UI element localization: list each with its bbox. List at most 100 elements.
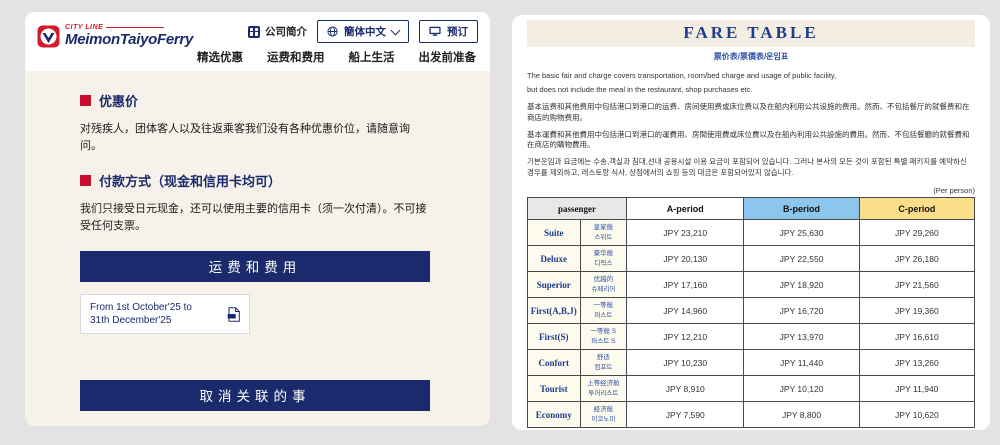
discount-heading-label: 优惠价 — [99, 91, 138, 110]
table-header-row: passenger A-period B-period C-period — [528, 198, 975, 220]
per-person-note: (Per person) — [527, 186, 975, 195]
fare-c-cell: JPY 29,260 — [859, 220, 974, 246]
class-kr: 퍼스트 S — [591, 338, 615, 345]
company-profile-label: 公司简介 — [265, 24, 307, 39]
class-kr: 디럭스 — [594, 260, 612, 267]
class-cn: 经济舱 — [594, 406, 614, 413]
fare-intro: The basic fair and charge covers transpo… — [527, 71, 975, 179]
payment-heading-label: 付款方式（现金和信用卡均可） — [99, 171, 281, 190]
chevron-down-icon — [391, 25, 401, 35]
fare-c-cell: JPY 26,180 — [859, 246, 974, 272]
class-i18n-cell: 豪华舱디럭스 — [580, 246, 627, 272]
payment-text: 我们只接受日元现金，还可以使用主要的信用卡（须一次付清）。不可接受任何支票。 — [80, 201, 430, 234]
table-row: First(S) 一等舱 S 퍼스트 S JPY 12,210 JPY 13,97… — [528, 324, 975, 350]
fare-b-cell: JPY 18,920 — [744, 272, 859, 298]
intro-en-line1: The basic fair and charge covers transpo… — [527, 71, 975, 82]
intro-en-line2: but does not include the meal in the res… — [527, 85, 975, 96]
booking-button[interactable]: 预订 — [419, 20, 478, 43]
class-kr: 이코노미 — [591, 416, 615, 423]
fare-a-cell: JPY 23,210 — [627, 220, 744, 246]
fare-c-cell: JPY 10,620 — [859, 402, 974, 428]
intro-korean: 기본운임과 요금에는 수송,객실과 침대,선내 공용시설 이용 요금이 포함되어… — [527, 157, 975, 179]
table-row: Economy 经济舱이코노미 JPY 7,590 JPY 8,800 JPY … — [528, 402, 975, 428]
class-cn: 一等舱 S — [591, 328, 617, 335]
c-period-header: C-period — [859, 198, 974, 220]
fare-c-cell: JPY 11,940 — [859, 376, 974, 402]
class-i18n-cell: 舒适컴포트 — [580, 350, 627, 376]
intro-zh-simplified: 基本运费和其他费用中包括港口到港口的运费、房间使用费或床位费以及在船内利用公共设… — [527, 102, 975, 124]
fare-a-cell: JPY 14,960 — [627, 298, 744, 324]
fare-b-cell: JPY 11,440 — [744, 350, 859, 376]
discount-heading: 优惠价 — [80, 91, 430, 110]
fare-table-title: FARE TABLE — [527, 20, 975, 47]
intro-zh-traditional: 基本運費和其他費用中包括港口到港口的運費用、房間使用費或床位費以及在船內利用公共… — [527, 130, 975, 152]
discount-text: 对残疾人，团体客人以及往返乘客我们没有各种优惠价位，请随意询问。 — [80, 121, 430, 154]
fare-table-subtitle: 票价表/票價表/운임표 — [527, 51, 975, 62]
nav-item-onboard-life[interactable]: 船上生活 — [349, 49, 395, 65]
booking-label: 预订 — [447, 24, 468, 39]
page-content: 优惠价 对残疾人，团体客人以及往返乘客我们没有各种优惠价位，请随意询问。 付款方… — [25, 71, 490, 426]
ferry-site-page: CITY LINE MeimonTaiyoFerry 公司简介 簡体中文 — [25, 12, 490, 426]
pdf-icon — [227, 307, 240, 322]
class-i18n-cell: 皇家舱 스위트 — [580, 220, 627, 246]
logo-emblem-icon — [37, 25, 60, 48]
class-kr: 컴포트 — [594, 364, 612, 371]
language-label: 簡体中文 — [344, 24, 386, 39]
fare-b-cell: JPY 16,720 — [744, 298, 859, 324]
header-utility-links: 公司简介 簡体中文 — [248, 20, 478, 43]
fare-b-cell: JPY 8,800 — [744, 402, 859, 428]
pdf-link-label: From 1st October'25 to 31th December'25 — [90, 301, 208, 327]
logo-brand-label: MeimonTaiyoFerry — [65, 31, 193, 48]
fare-c-cell: JPY 19,360 — [859, 298, 974, 324]
grid-icon — [248, 26, 260, 38]
class-name-cell: Tourist — [528, 376, 581, 402]
nav-item-fares[interactable]: 运费和费用 — [267, 49, 325, 65]
class-name-cell: First(S) — [528, 324, 581, 350]
red-square-icon — [80, 175, 91, 186]
fare-a-cell: JPY 12,210 — [627, 324, 744, 350]
class-name-cell: Economy — [528, 402, 581, 428]
class-kr: 투어리스트 — [588, 390, 618, 397]
class-kr: 슈페리어 — [591, 286, 615, 293]
fare-b-cell: JPY 10,120 — [744, 376, 859, 402]
class-i18n-cell: 上等经济舱투어리스트 — [580, 376, 627, 402]
logo-text: CITY LINE MeimonTaiyoFerry — [65, 24, 193, 48]
company-logo[interactable]: CITY LINE MeimonTaiyoFerry — [37, 24, 193, 48]
language-selector[interactable]: 簡体中文 — [317, 20, 409, 43]
table-row: First(A,B,J) 一等舱퍼스트 JPY 14,960 JPY 16,72… — [528, 298, 975, 324]
cancellation-banner: 取消关联的事 — [80, 380, 430, 411]
red-square-icon — [80, 95, 91, 106]
class-name-cell: First(A,B,J) — [528, 298, 581, 324]
site-header: CITY LINE MeimonTaiyoFerry 公司简介 簡体中文 — [25, 12, 490, 71]
b-period-header: B-period — [744, 198, 859, 220]
class-i18n-cell: 一等舱퍼스트 — [580, 298, 627, 324]
nav-item-offers[interactable]: 精选优惠 — [197, 49, 243, 65]
company-profile-link[interactable]: 公司简介 — [248, 24, 307, 39]
class-i18n-cell: 一等舱 S 퍼스트 S — [580, 324, 627, 350]
class-i18n-cell: 经济舱 이코노미 — [580, 402, 627, 428]
fare-pdf-link[interactable]: From 1st October'25 to 31th December'25 — [80, 294, 250, 334]
fare-table-page: FARE TABLE 票价表/票價表/운임표 The basic fair an… — [512, 15, 990, 430]
table-row: Suite 皇家舱 스위트 JPY 23,210 JPY 25,630 JPY 2… — [528, 220, 975, 246]
class-kr: 퍼스트 — [594, 312, 612, 319]
fare-c-cell: JPY 21,560 — [859, 272, 974, 298]
fare-b-cell: JPY 13,970 — [744, 324, 859, 350]
fare-table: passenger A-period B-period C-period Sui… — [527, 197, 975, 428]
class-cn: 优越的 — [594, 276, 614, 283]
fare-a-cell: JPY 8,910 — [627, 376, 744, 402]
class-name-cell: Suite — [528, 220, 581, 246]
monitor-icon — [429, 26, 441, 37]
class-name-cell: Superior — [528, 272, 581, 298]
payment-heading: 付款方式（现金和信用卡均可） — [80, 171, 430, 190]
fare-b-cell: JPY 25,630 — [744, 220, 859, 246]
fares-banner: 运费和费用 — [80, 251, 430, 282]
fare-c-cell: JPY 13,260 — [859, 350, 974, 376]
fare-a-cell: JPY 17,160 — [627, 272, 744, 298]
nav-item-before-departure[interactable]: 出发前准备 — [419, 49, 477, 65]
class-kr: 스위트 — [594, 234, 612, 241]
fare-a-cell: JPY 20,130 — [627, 246, 744, 272]
class-cn: 皇家舱 — [594, 224, 614, 231]
fare-c-cell: JPY 16,610 — [859, 324, 974, 350]
main-nav: 精选优惠 运费和费用 船上生活 出发前准备 — [197, 49, 478, 65]
table-row: Deluxe 豪华舱디럭스 JPY 20,130 JPY 22,550 JPY … — [528, 246, 975, 272]
